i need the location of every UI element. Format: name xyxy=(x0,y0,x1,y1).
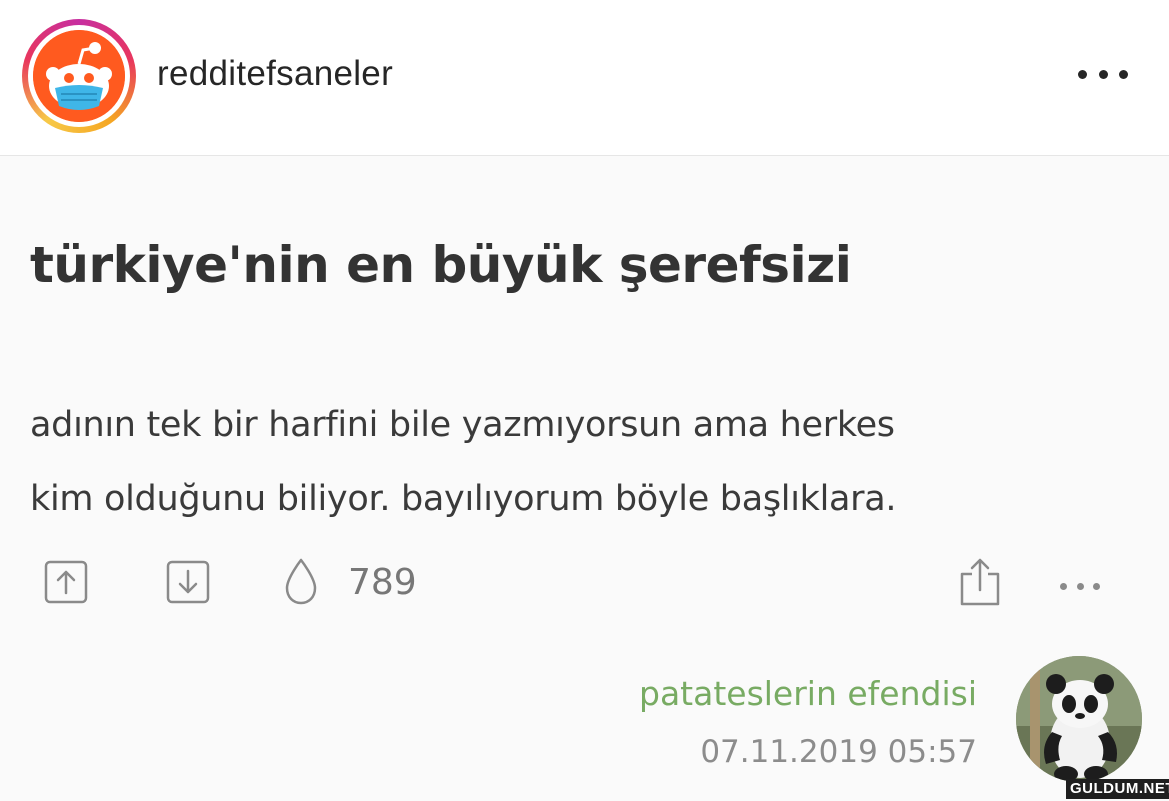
post-header: redditefsaneler xyxy=(0,0,1169,156)
more-horizontal-icon[interactable] xyxy=(1078,62,1128,86)
post-title: türkiye'nin en büyük şerefsizi xyxy=(30,236,852,294)
post-body-line: kim olduğunu biliyor. bayılıyorum böyle … xyxy=(30,479,897,519)
share-icon[interactable] xyxy=(958,556,1002,613)
post-content: türkiye'nin en büyük şerefsizi adının te… xyxy=(0,156,1169,801)
action-bar: 789 xyxy=(0,554,1169,614)
site-watermark: GULDUM.NET xyxy=(1066,779,1169,799)
drop-icon[interactable] xyxy=(281,556,321,611)
post-timestamp: 07.11.2019 05:57 xyxy=(700,734,977,770)
downvote-icon[interactable] xyxy=(166,560,210,609)
username[interactable]: redditefsaneler xyxy=(157,54,393,94)
upvote-icon[interactable] xyxy=(44,560,88,609)
post-body: adının tek bir harfini bile yazmıyorsun … xyxy=(30,388,1130,536)
post-body-line: adının tek bir harfini bile yazmıyorsun … xyxy=(30,405,895,445)
comment-count: 789 xyxy=(348,562,417,603)
reddit-mascot-masked-icon xyxy=(33,30,125,122)
author-avatar[interactable] xyxy=(1016,656,1142,782)
author-name[interactable]: patateslerin efendisi xyxy=(639,674,977,713)
more-horizontal-icon[interactable] xyxy=(1060,582,1100,590)
profile-avatar[interactable] xyxy=(22,19,136,133)
